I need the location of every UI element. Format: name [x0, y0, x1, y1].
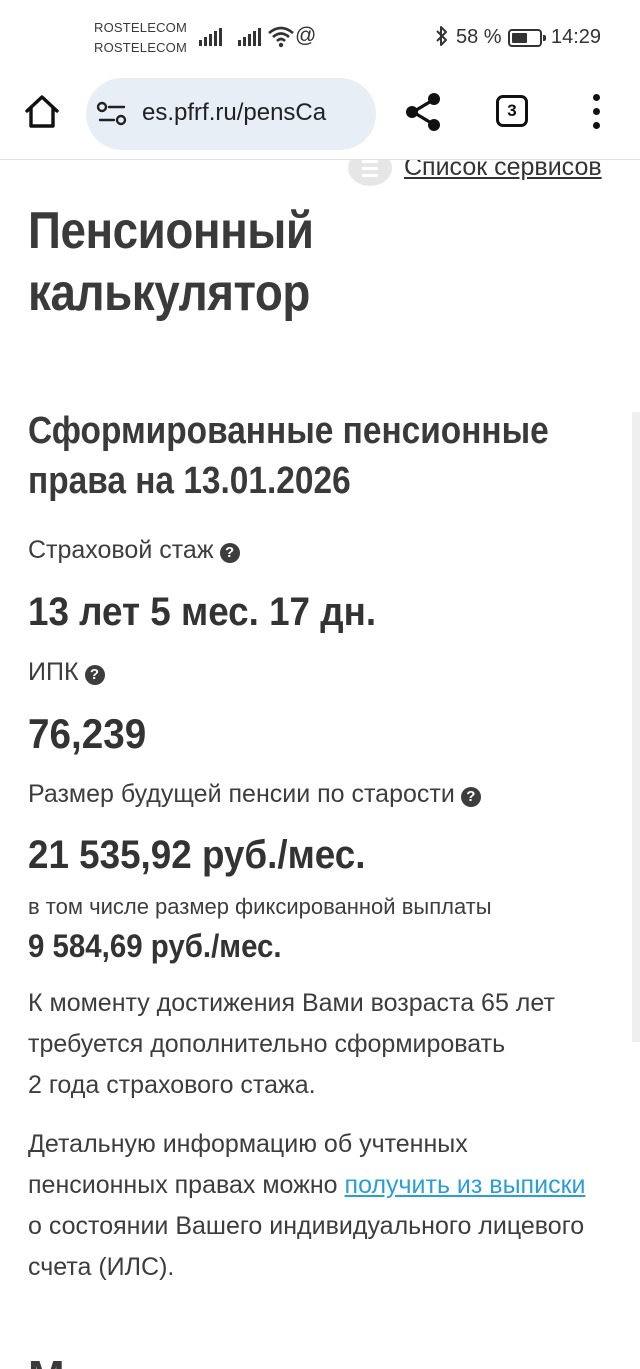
carrier-2: ROSTELECOM — [94, 40, 188, 55]
carrier-names: ROSTELECOM ROSTELECOM — [94, 18, 187, 58]
retirement-note-line-1: К моменту достижения Вами возраста 65 ле… — [28, 989, 555, 1017]
share-icon[interactable] — [404, 92, 442, 137]
question-circle-icon[interactable]: ? — [84, 665, 105, 685]
details-paragraph: Детальную информацию об учтенных пенсион… — [28, 1124, 588, 1288]
pension-value: 21 535,92 руб./мес. — [28, 833, 366, 877]
wifi-icon — [268, 26, 294, 48]
battery-percent: 58 % — [456, 26, 502, 48]
scrollbar[interactable] — [632, 412, 640, 1042]
status-bar: ROSTELECOM ROSTELECOM @ 58 % 14:29 — [0, 0, 640, 72]
fixed-payment-label: в том числе размер фиксированной выплаты — [28, 894, 492, 919]
browser-toolbar: es.pfrf.ru/pensCa 3 — [0, 72, 640, 160]
insurance-experience-label-text: Страховой стаж — [28, 536, 214, 564]
ipk-label-text: ИПК — [28, 658, 79, 686]
ipk-label: ИПК? — [28, 658, 105, 687]
notification-icon: @ — [295, 24, 317, 47]
battery-icon — [508, 29, 546, 47]
tabs-icon[interactable]: 3 — [496, 95, 528, 127]
insurance-experience-value: 13 лет 5 мес. 17 дн. — [28, 590, 377, 634]
site-settings-icon[interactable] — [96, 100, 128, 128]
pension-label: Размер будущей пенсии по старости? — [28, 780, 481, 809]
carrier-1: ROSTELECOM — [94, 20, 188, 35]
url-text[interactable]: es.pfrf.ru/pensCa — [142, 99, 326, 127]
statement-link[interactable]: получить из выписки — [345, 1171, 586, 1199]
retirement-note: К моменту достижения Вами возраста 65 ле… — [28, 983, 628, 1106]
bluetooth-icon — [434, 25, 450, 53]
retirement-note-line-3: 2 года страхового стажа. — [28, 1071, 316, 1099]
battery-nub — [543, 35, 546, 41]
more-menu-icon[interactable] — [588, 94, 606, 130]
section-title: Сформированные пенсионные права на 13.01… — [28, 410, 549, 502]
pension-label-text: Размер будущей пенсии по старости — [28, 780, 455, 808]
next-section-heading: М — [28, 1352, 68, 1369]
question-circle-icon[interactable]: ? — [460, 787, 481, 807]
insurance-experience-label: Страховой стаж? — [28, 536, 240, 565]
retirement-note-line-2: требуется дополнительно сформировать — [28, 1030, 506, 1058]
home-icon[interactable] — [22, 92, 62, 132]
details-text-2: о состоянии Вашего индивидуального лицев… — [28, 1212, 585, 1281]
clock: 14:29 — [551, 26, 602, 48]
next-section-heading-text: М — [28, 1352, 68, 1369]
battery-fill — [512, 33, 527, 43]
signal-icon — [199, 28, 222, 46]
address-bar[interactable]: es.pfrf.ru/pensCa — [86, 78, 376, 150]
ipk-value: 76,239 — [28, 710, 147, 757]
fixed-payment-value: 9 584,69 руб./мес. — [28, 928, 282, 964]
page-title: Пенсионный калькулятор — [28, 202, 314, 322]
question-circle-icon[interactable]: ? — [219, 543, 240, 563]
signal-icon-2 — [238, 28, 261, 46]
